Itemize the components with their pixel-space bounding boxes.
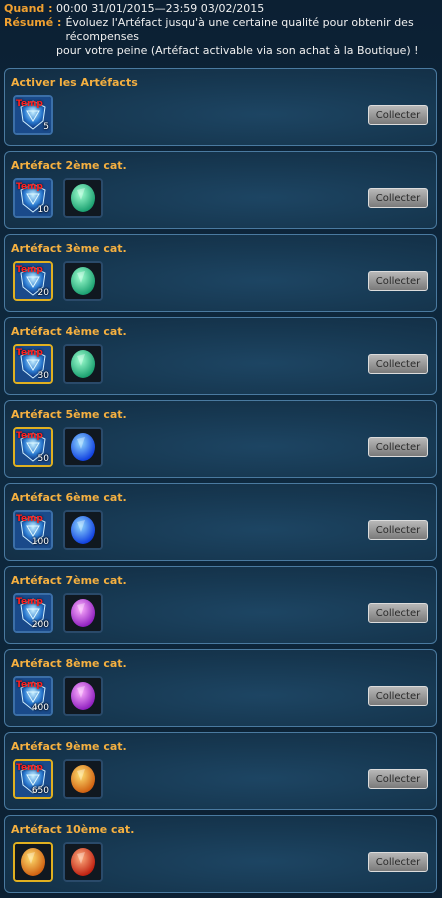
card-title: Artéfact 4ème cat.: [11, 325, 127, 338]
card-title: Artéfact 2ème cat.: [11, 159, 127, 172]
temp-tag: Temp: [16, 431, 43, 441]
collect-button[interactable]: Collecter: [368, 105, 428, 125]
item-quantity: 400: [31, 703, 49, 713]
card-title: Artéfact 8ème cat.: [11, 657, 127, 670]
orange-crystal-icon: [15, 844, 51, 880]
reward-slot[interactable]: Temp 400: [13, 676, 53, 716]
temp-tag: Temp: [16, 680, 43, 690]
reward-items: Temp 10: [13, 178, 103, 218]
item-quantity: 650: [31, 786, 49, 796]
reward-items: Temp 100: [13, 510, 103, 550]
green-crystal-icon: [65, 180, 101, 216]
reward-slot[interactable]: Temp 5: [13, 95, 53, 135]
card-title: Artéfact 7ème cat.: [11, 574, 127, 587]
temp-tag: Temp: [16, 514, 43, 524]
summary-text-2: pour votre peine (Artéfact activable via…: [56, 44, 419, 57]
reward-slot[interactable]: Temp 650: [13, 759, 53, 799]
reward-items: Temp 30: [13, 344, 103, 384]
reward-card: Artéfact 10ème cat. Collecter: [4, 815, 437, 893]
reward-items: Temp 20: [13, 261, 103, 301]
collect-button[interactable]: Collecter: [368, 686, 428, 706]
blue-crystal-icon: [65, 512, 101, 548]
item-quantity: 200: [31, 620, 49, 630]
collect-button[interactable]: Collecter: [368, 520, 428, 540]
temp-tag: Temp: [16, 182, 43, 192]
reward-slot[interactable]: [63, 593, 103, 633]
purple-crystal-icon: [65, 678, 101, 714]
summary-row: Résumé : Évoluez l'Artéfact jusqu'à une …: [4, 16, 438, 44]
green-crystal-icon: [65, 263, 101, 299]
collect-button[interactable]: Collecter: [368, 437, 428, 457]
reward-card: Activer les Artéfacts Temp 5 Collecter: [4, 68, 437, 146]
card-title: Artéfact 9ème cat.: [11, 740, 127, 753]
reward-slot[interactable]: Temp 20: [13, 261, 53, 301]
event-header: Quand : 00:00 31/01/2015—23:59 03/02/201…: [0, 0, 442, 62]
reward-slot[interactable]: [63, 427, 103, 467]
summary-label: Résumé :: [4, 16, 62, 29]
item-quantity: 10: [37, 205, 49, 215]
reward-slot[interactable]: [63, 842, 103, 882]
reward-items: [13, 842, 103, 882]
green-crystal-icon: [65, 346, 101, 382]
orange-crystal-icon: [65, 761, 101, 797]
item-quantity: 30: [37, 371, 49, 381]
reward-slot[interactable]: [63, 510, 103, 550]
temp-tag: Temp: [16, 763, 43, 773]
when-label: Quand :: [4, 2, 53, 15]
summary-row-2: pour votre peine (Artéfact activable via…: [4, 44, 438, 58]
reward-slot[interactable]: [63, 261, 103, 301]
reward-card: Artéfact 5ème cat. Temp 50 Collecter: [4, 400, 437, 478]
reward-slot[interactable]: Temp 50: [13, 427, 53, 467]
card-title: Artéfact 5ème cat.: [11, 408, 127, 421]
collect-button[interactable]: Collecter: [368, 603, 428, 623]
collect-button[interactable]: Collecter: [368, 354, 428, 374]
reward-items: Temp 200: [13, 593, 103, 633]
card-title: Artéfact 3ème cat.: [11, 242, 127, 255]
reward-items: Temp 50: [13, 427, 103, 467]
item-quantity: 20: [37, 288, 49, 298]
collect-button[interactable]: Collecter: [368, 188, 428, 208]
reward-card: Artéfact 7ème cat. Temp 200 Collecter: [4, 566, 437, 644]
summary-text-1: Évoluez l'Artéfact jusqu'à une certaine …: [65, 16, 414, 43]
reward-card: Artéfact 3ème cat. Temp 20 Collecter: [4, 234, 437, 312]
collect-button[interactable]: Collecter: [368, 271, 428, 291]
reward-slot[interactable]: [63, 178, 103, 218]
card-title: Activer les Artéfacts: [11, 76, 138, 89]
reward-items: Temp 650: [13, 759, 103, 799]
reward-list: Activer les Artéfacts Temp 5 Collecter Artéf…: [4, 68, 437, 898]
card-title: Artéfact 6ème cat.: [11, 491, 127, 504]
purple-crystal-icon: [65, 595, 101, 631]
item-quantity: 100: [31, 537, 49, 547]
item-quantity: 50: [37, 454, 49, 464]
collect-button[interactable]: Collecter: [368, 769, 428, 789]
temp-tag: Temp: [16, 348, 43, 358]
reward-slot[interactable]: Temp 10: [13, 178, 53, 218]
red-crystal-icon: [65, 844, 101, 880]
reward-card: Artéfact 8ème cat. Temp 400 Collecter: [4, 649, 437, 727]
reward-items: Temp 400: [13, 676, 103, 716]
reward-slot[interactable]: Temp 30: [13, 344, 53, 384]
reward-slot[interactable]: [63, 676, 103, 716]
item-quantity: 5: [43, 122, 49, 132]
reward-slot[interactable]: [63, 759, 103, 799]
reward-slot[interactable]: [13, 842, 53, 882]
reward-card: Artéfact 2ème cat. Temp 10 Collecter: [4, 151, 437, 229]
reward-card: Artéfact 9ème cat. Temp 650 Collecter: [4, 732, 437, 810]
when-value: 00:00 31/01/2015—23:59 03/02/2015: [56, 2, 265, 15]
reward-card: Artéfact 4ème cat. Temp 30 Collecter: [4, 317, 437, 395]
blue-crystal-icon: [65, 429, 101, 465]
temp-tag: Temp: [16, 99, 43, 109]
collect-button[interactable]: Collecter: [368, 852, 428, 872]
reward-items: Temp 5: [13, 95, 53, 135]
card-title: Artéfact 10ème cat.: [11, 823, 135, 836]
when-row: Quand : 00:00 31/01/2015—23:59 03/02/201…: [4, 2, 438, 16]
reward-card: Artéfact 6ème cat. Temp 100 Collecter: [4, 483, 437, 561]
reward-slot[interactable]: Temp 200: [13, 593, 53, 633]
temp-tag: Temp: [16, 597, 43, 607]
reward-slot[interactable]: Temp 100: [13, 510, 53, 550]
temp-tag: Temp: [16, 265, 43, 275]
reward-slot[interactable]: [63, 344, 103, 384]
